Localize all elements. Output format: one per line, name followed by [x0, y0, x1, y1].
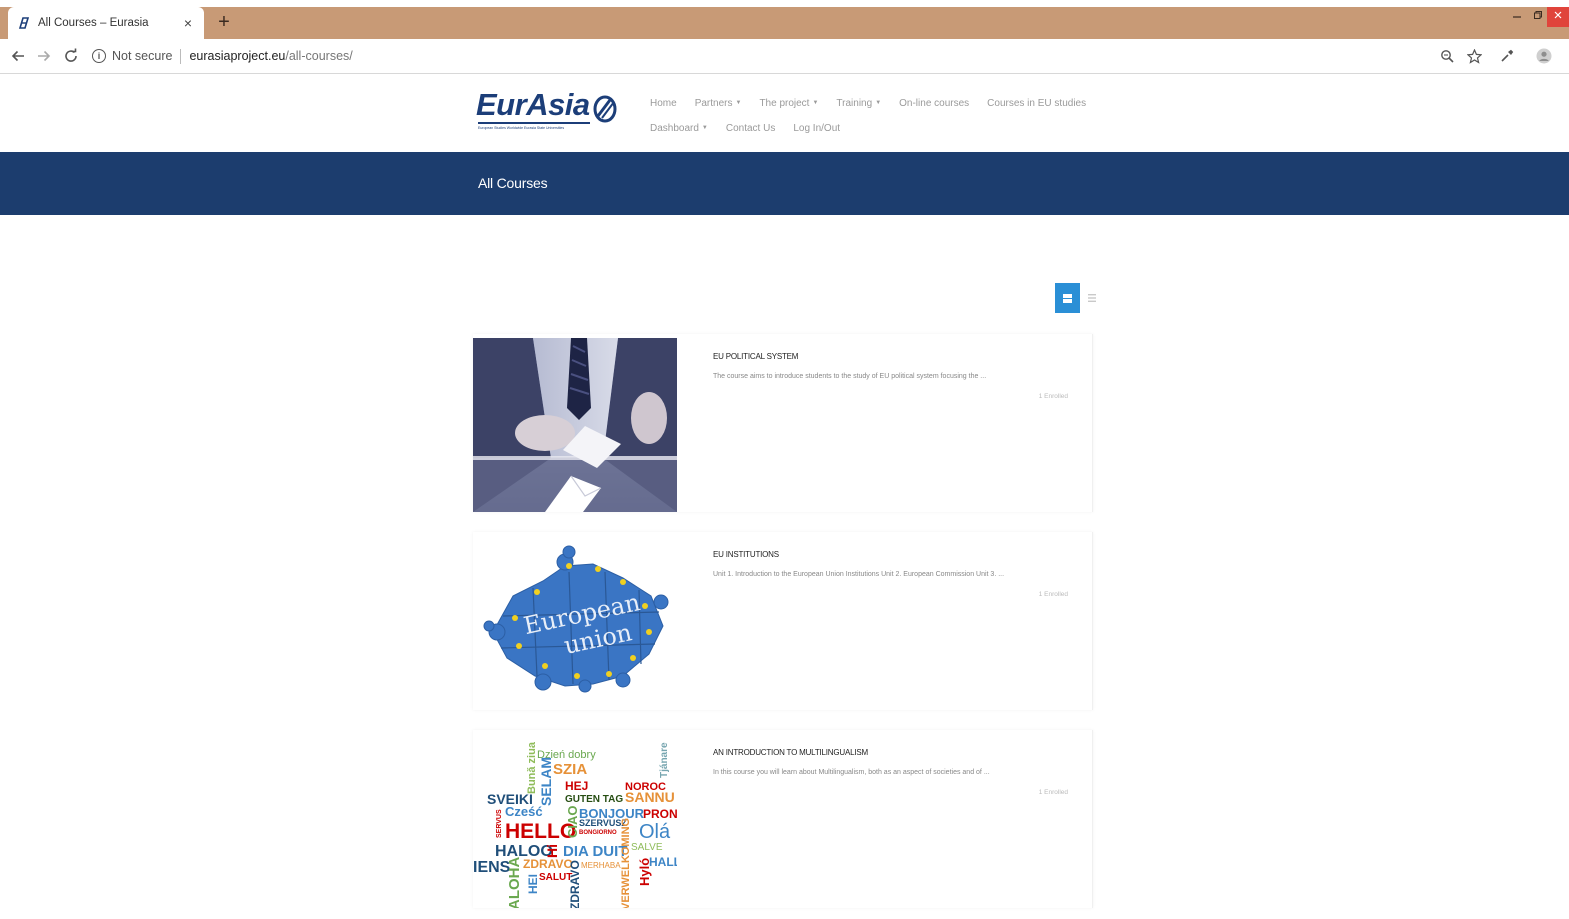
- word-cloud-word: CIAO: [565, 806, 580, 839]
- word-cloud-word: VERWELKOMING: [620, 818, 632, 908]
- main-menu-row-1: Home Partners ▼ The project ▼ Training ▼ On-lin…: [650, 96, 1090, 110]
- course-thumbnail-eu-puzzle[interactable]: European union: [473, 536, 677, 710]
- word-cloud-word: PRONT: [643, 807, 677, 821]
- window-restore-icon[interactable]: [1527, 7, 1549, 27]
- course-description: In this course you will learn about Mult…: [713, 769, 990, 776]
- menu-item-partners[interactable]: Partners ▼: [695, 98, 742, 109]
- grid-view-icon: [1063, 293, 1072, 303]
- new-tab-button[interactable]: +: [214, 11, 234, 33]
- word-cloud-word: Olá: [639, 821, 671, 843]
- word-cloud-word: Tjánare: [659, 742, 670, 778]
- word-cloud-word: ZDRAVO: [568, 860, 582, 908]
- word-cloud-word: Hyló: [637, 858, 652, 886]
- url-host: eurasiaproject.eu: [189, 49, 286, 63]
- dropdown-caret-icon: ▼: [812, 99, 819, 106]
- menu-item-the-project[interactable]: The project ▼: [759, 98, 818, 109]
- word-cloud-word: ALOHA: [506, 857, 523, 908]
- course-thumbnail-word-cloud[interactable]: Dzień dobry SZIA Bună ziua SELAM HEJ Tjá…: [473, 734, 677, 908]
- course-enrolled-badge: 1 Enrolled: [1038, 789, 1068, 796]
- word-cloud-word: HEJ: [565, 779, 588, 793]
- browser-toolbar: i Not secure eurasiaproject.eu /all-cour…: [0, 39, 1569, 74]
- dropdown-caret-icon: ▼: [875, 99, 882, 106]
- main-menu: Home Partners ▼ The project ▼ Training ▼ On-lin…: [650, 96, 1090, 146]
- bookmark-star-icon[interactable]: [1465, 47, 1483, 65]
- word-cloud-word: SERVUS: [496, 809, 503, 838]
- word-cloud-word: Hi: [544, 844, 560, 858]
- word-cloud-word: ZDRAVO: [523, 857, 573, 871]
- course-enrolled-badge: 1 Enrolled: [1038, 591, 1068, 598]
- logo-text: EurAsia: [476, 87, 590, 122]
- word-cloud-word: SZIA: [553, 761, 587, 778]
- menu-item-on-line-courses[interactable]: On-line courses: [899, 98, 969, 109]
- course-card[interactable]: Dzień dobry SZIA Bună ziua SELAM HEJ Tjá…: [473, 730, 1093, 908]
- word-cloud-word: SELAM: [538, 757, 554, 806]
- zoom-icon[interactable]: [1438, 47, 1456, 65]
- menu-item-contact-us[interactable]: Contact Us: [726, 123, 775, 134]
- menu-item-label: Home: [650, 97, 677, 109]
- url-path: /all-courses/: [285, 49, 353, 63]
- course-card[interactable]: European union EU INSTITUTIONS Unit 1. I…: [473, 532, 1093, 710]
- eurasia-logo[interactable]: EurAsia European Studies Worldwide Euras…: [476, 88, 621, 134]
- course-title[interactable]: AN INTRODUCTION TO MULTILINGUALISM: [713, 748, 868, 757]
- omnibox-divider: [180, 48, 182, 64]
- logo-mark-icon: [593, 95, 617, 123]
- word-cloud-word: Cześć: [505, 804, 543, 819]
- word-cloud-word: Bună ziua: [526, 741, 538, 794]
- browser-tabstrip: All Courses – Eurasia × +: [0, 0, 1569, 39]
- course-description: The course aims to introduce students to…: [713, 373, 987, 380]
- course-card[interactable]: EU POLITICAL SYSTEM The course aims to i…: [473, 334, 1093, 512]
- menu-item-courses-in-eu-studies[interactable]: Courses in EU studies: [987, 98, 1086, 109]
- eyedropper-extension-icon[interactable]: [1498, 47, 1516, 65]
- not-secure-label: Not secure: [112, 49, 173, 63]
- browser-tab-active[interactable]: All Courses – Eurasia ×: [8, 7, 204, 39]
- forward-arrow-icon[interactable]: [33, 45, 55, 67]
- list-view-toggle[interactable]: [1082, 283, 1102, 313]
- word-cloud-word: SALVE: [631, 842, 663, 853]
- menu-item-label: On-line courses: [899, 97, 970, 109]
- dropdown-caret-icon: ▼: [701, 124, 708, 131]
- course-description: Unit 1. Introduction to the European Uni…: [713, 571, 1005, 578]
- word-cloud-word: BONGIORNO: [579, 830, 617, 836]
- back-arrow-icon[interactable]: [7, 45, 29, 67]
- reload-icon[interactable]: [60, 45, 82, 67]
- course-enrolled-badge: 1 Enrolled: [1038, 393, 1068, 400]
- menu-item-home[interactable]: Home: [650, 98, 677, 109]
- menu-item-label: Contact Us: [725, 122, 776, 134]
- menu-item-label: Partners: [694, 97, 733, 109]
- logo-tagline: European Studies Worldwide Eurasia State…: [478, 126, 565, 130]
- list-view-icon: [1088, 294, 1096, 302]
- main-menu-row-2: Dashboard ▼ Contact Us Log In/Out: [650, 121, 1090, 135]
- window-minimize-icon[interactable]: [1506, 7, 1528, 27]
- eurasia-favicon-icon: [16, 16, 30, 30]
- page-title: All Courses: [478, 175, 548, 191]
- word-cloud-word: HALL: [649, 855, 677, 869]
- word-cloud-word: SANNU: [625, 789, 675, 805]
- dropdown-caret-icon: ▼: [735, 99, 742, 106]
- menu-item-training[interactable]: Training ▼: [836, 98, 881, 109]
- address-bar[interactable]: i Not secure eurasiaproject.eu /all-cour…: [92, 45, 353, 67]
- menu-item-label: Courses in EU studies: [987, 97, 1087, 109]
- tab-title: All Courses – Eurasia: [38, 17, 149, 29]
- tab-close-icon[interactable]: ×: [180, 15, 196, 31]
- course-title[interactable]: EU POLITICAL SYSTEM: [713, 352, 798, 361]
- info-icon[interactable]: i: [92, 49, 106, 63]
- site-header: EurAsia European Studies Worldwide Euras…: [0, 74, 1569, 152]
- menu-item-log-in-out[interactable]: Log In/Out: [793, 123, 840, 134]
- course-title[interactable]: EU INSTITUTIONS: [713, 550, 779, 559]
- window-close-icon[interactable]: [1547, 7, 1569, 27]
- menu-item-label: Training: [836, 97, 873, 109]
- menu-item-label: Log In/Out: [793, 122, 841, 134]
- word-cloud-word: HEI: [526, 874, 540, 894]
- menu-item-label: The project: [759, 97, 810, 109]
- page-title-band: All Courses: [0, 152, 1569, 215]
- logo-underline: [478, 122, 590, 124]
- word-cloud-word: GUTEN TAG: [565, 794, 623, 805]
- word-cloud-word: MERHABA: [581, 861, 621, 870]
- course-thumbnail-ballot-box[interactable]: [473, 338, 677, 512]
- profile-avatar-icon[interactable]: [1535, 47, 1553, 65]
- menu-item-dashboard[interactable]: Dashboard ▼: [650, 123, 708, 134]
- grid-view-toggle[interactable]: [1055, 283, 1080, 313]
- menu-item-label: Dashboard: [650, 122, 699, 134]
